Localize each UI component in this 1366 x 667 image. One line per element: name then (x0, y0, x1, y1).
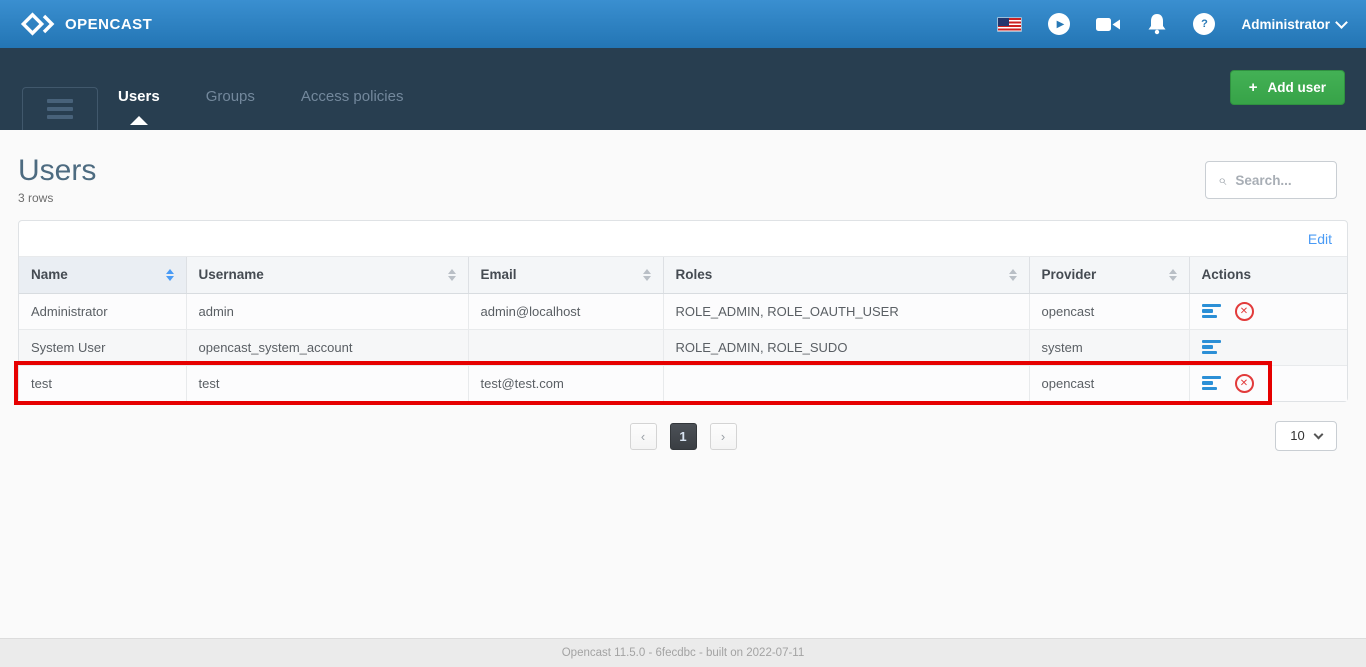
bell-icon[interactable] (1147, 13, 1167, 35)
table-toolbar: Edit (19, 221, 1347, 257)
footer-version-text: Opencast 11.5.0 - 6fecdbc - built on 202… (561, 647, 805, 659)
tab-users[interactable]: Users (118, 88, 160, 125)
pagination-row: ‹ 1 › 10 (18, 402, 1348, 472)
user-menu[interactable]: Administrator (1241, 15, 1348, 32)
row-count: 3 rows (18, 191, 54, 205)
per-page-select[interactable]: 10 (1275, 420, 1337, 451)
cell-roles: ROLE_ADMIN, ROLE_OAUTH_USER (663, 293, 1030, 330)
per-page-value: 10 (1290, 428, 1305, 443)
user-details-icon[interactable] (1201, 375, 1221, 391)
tab-access-policies[interactable]: Access policies (301, 88, 404, 125)
delete-user-icon[interactable]: ✕ (1234, 301, 1254, 321)
column-header-roles[interactable]: Roles (663, 257, 1030, 294)
tab-groups[interactable]: Groups (206, 88, 255, 125)
delete-user-icon[interactable]: ✕ (1234, 373, 1254, 393)
camera-icon[interactable] (1096, 16, 1121, 33)
table-header-row: Name Username Email Roles Provider Actio… (19, 257, 1347, 294)
table-row: System User opencast_system_account ROLE… (19, 329, 1347, 366)
users-table-container: Edit Name Username Email Roles Provider … (14, 220, 1348, 405)
add-user-label: Add user (1267, 80, 1326, 95)
footer: Opencast 11.5.0 - 6fecdbc - built on 202… (0, 638, 1366, 667)
cell-username: admin (186, 293, 469, 330)
cell-name: System User (19, 329, 187, 366)
menu-toggle-button[interactable] (22, 87, 98, 130)
brand-name: OPENCAST (65, 15, 153, 33)
column-header-provider[interactable]: Provider (1029, 257, 1190, 294)
user-details-icon[interactable] (1201, 339, 1221, 355)
help-icon[interactable]: ? (1193, 13, 1216, 35)
language-flag-icon[interactable] (997, 16, 1023, 32)
column-header-actions: Actions (1189, 257, 1347, 294)
sort-icon (165, 268, 174, 281)
cell-email: test@test.com (468, 365, 664, 401)
add-user-button[interactable]: + Add user (1229, 70, 1345, 105)
title-row: Users 3 rows ⌕ (18, 130, 1348, 220)
cell-name: Administrator (19, 293, 187, 330)
search-input[interactable] (1235, 172, 1316, 188)
cell-name: test (19, 365, 187, 401)
next-page-button[interactable]: › (709, 422, 737, 450)
active-tab-pointer (129, 115, 148, 125)
cell-roles: ROLE_ADMIN, ROLE_SUDO (663, 329, 1030, 366)
edit-columns-link[interactable]: Edit (1308, 231, 1332, 247)
cell-email (468, 329, 664, 366)
cell-provider: opencast (1029, 365, 1190, 401)
column-header-username[interactable]: Username (186, 257, 469, 294)
chevron-down-icon (1335, 15, 1348, 29)
table-row: Administrator admin admin@localhost ROLE… (19, 293, 1347, 330)
play-icon[interactable]: ▶ (1048, 13, 1071, 35)
main-content: Users 3 rows ⌕ Edit Name U (0, 130, 1366, 472)
column-header-name[interactable]: Name (19, 257, 187, 294)
cell-provider: opencast (1029, 293, 1190, 330)
plus-icon: + (1248, 79, 1258, 96)
page-1-button[interactable]: 1 (669, 422, 697, 450)
cell-username: test (186, 365, 469, 401)
nav-tabs: Users Groups Access policies (118, 48, 403, 130)
sort-icon (1168, 268, 1177, 281)
opencast-logo-icon (20, 12, 55, 36)
user-details-icon[interactable] (1201, 303, 1221, 319)
table-row-highlighted: test test test@test.com opencast ✕ (19, 365, 1347, 401)
cell-username: opencast_system_account (186, 329, 469, 366)
sort-icon (642, 268, 651, 281)
top-bar: OPENCAST ▶ ? Administrator (0, 0, 1366, 48)
sort-icon (1008, 268, 1017, 281)
nav-bar: Users Groups Access policies + Add user (0, 48, 1366, 130)
search-box: ⌕ (1205, 161, 1337, 199)
prev-page-button[interactable]: ‹ (629, 422, 657, 450)
pagination: ‹ 1 › (18, 422, 1348, 450)
hamburger-icon (47, 99, 73, 103)
page-title: Users (18, 154, 97, 187)
cell-email: admin@localhost (468, 293, 664, 330)
user-menu-label: Administrator (1241, 16, 1330, 32)
brand[interactable]: OPENCAST (20, 11, 152, 37)
users-table: Name Username Email Roles Provider Actio… (19, 257, 1347, 401)
cell-provider: system (1029, 329, 1190, 366)
chevron-down-icon (1313, 429, 1324, 439)
column-header-email[interactable]: Email (468, 257, 664, 294)
search-icon: ⌕ (1218, 171, 1227, 189)
sort-icon (447, 268, 456, 281)
cell-roles (663, 365, 1030, 401)
